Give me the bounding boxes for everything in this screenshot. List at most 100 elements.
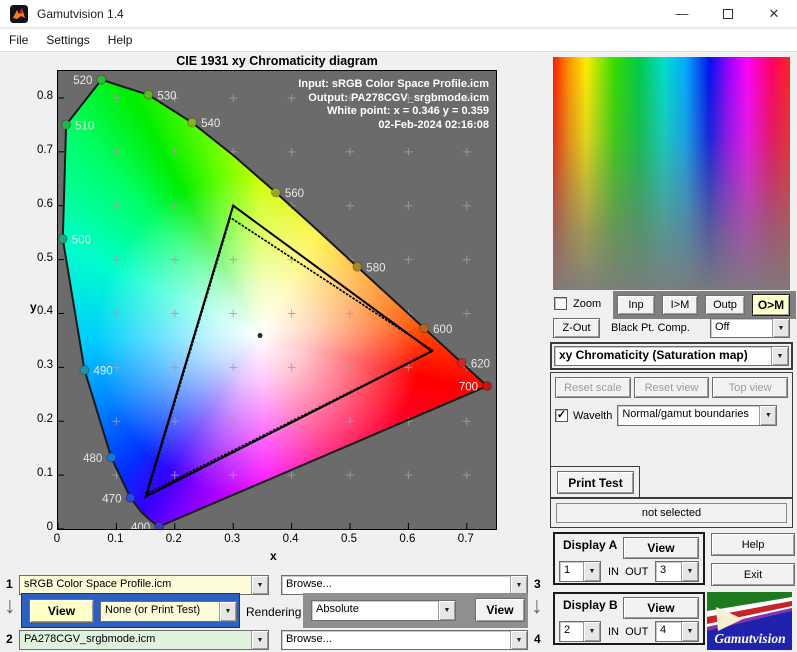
chevron-down-icon[interactable]: ▼	[759, 406, 776, 425]
slot-3-label: 3	[534, 577, 541, 591]
print-test-button[interactable]: Print Test	[557, 471, 634, 494]
saturation-map-preview[interactable]	[553, 57, 790, 290]
flow-down-arrow-right: ↓	[531, 595, 543, 615]
grid-plus-mark	[171, 148, 179, 156]
wavelength-label: 400	[131, 522, 150, 529]
close-button[interactable]: ✕	[751, 0, 797, 27]
display-a-panel: Display A View 1 ▼ IN OUT 3 ▼	[553, 532, 705, 585]
wavelength-label: 490	[94, 366, 113, 378]
window-title: Gamutvision 1.4	[37, 7, 124, 21]
maximize-button[interactable]	[705, 0, 751, 27]
chevron-down-icon[interactable]: ▼	[510, 576, 527, 594]
help-button[interactable]: Help	[711, 533, 795, 556]
inp-button[interactable]: Inp	[617, 295, 655, 315]
wavelength-dot	[62, 120, 71, 129]
top-view-button[interactable]: Top view	[712, 377, 788, 398]
y-tick-label: 0.1	[27, 467, 53, 479]
wavelength-label: 600	[433, 324, 452, 336]
chromaticity-plot[interactable]: 4004704804905005105205305405605806006207…	[57, 70, 497, 530]
output-profile-select[interactable]: PA278CGV_srgbmode.icm ▼	[19, 630, 269, 650]
print-test-frame: Print Test	[550, 466, 640, 498]
grid-plus-mark	[171, 309, 179, 317]
slot-4-label: 4	[534, 632, 541, 646]
menu-file[interactable]: File	[0, 31, 37, 49]
display-a-out-select[interactable]: 3 ▼	[655, 561, 699, 582]
grid-plus-mark	[288, 471, 296, 479]
wavelength-label: 620	[471, 358, 490, 370]
browse-1-select[interactable]: Browse... ▼	[281, 575, 528, 595]
view-input-button[interactable]: View	[29, 599, 94, 623]
chevron-down-icon[interactable]: ▼	[771, 347, 788, 365]
input-profile-select[interactable]: sRGB Color Space Profile.icm ▼	[19, 575, 269, 595]
wavelth-checkbox[interactable]: ✓	[555, 409, 568, 422]
browse-2-select[interactable]: Browse... ▼	[281, 630, 528, 650]
chevron-down-icon[interactable]: ▼	[772, 319, 789, 337]
display-b-view-button[interactable]: View	[623, 597, 699, 619]
grid-plus-mark	[463, 471, 471, 479]
reset-view-button[interactable]: Reset view	[634, 377, 710, 398]
exit-button[interactable]: Exit	[711, 563, 795, 586]
titlebar: Gamutvision 1.4 — ✕	[0, 0, 797, 28]
chevron-down-icon[interactable]: ▼	[681, 622, 698, 641]
grid-plus-mark	[171, 363, 179, 371]
display-b-out-select[interactable]: 4 ▼	[655, 621, 699, 642]
grid-plus-mark	[171, 417, 179, 425]
y-tick-label: 0.5	[27, 252, 53, 264]
slot-2-label: 2	[6, 632, 13, 646]
black-pt-comp-select[interactable]: Off ▼	[710, 318, 790, 338]
grid-plus-mark	[404, 202, 412, 210]
y-tick-label: 0.8	[27, 90, 53, 102]
rendering-intent-select[interactable]: Absolute ▼	[311, 600, 456, 621]
display-a-title: Display A	[563, 538, 617, 552]
chevron-down-icon[interactable]: ▼	[251, 631, 268, 649]
chevron-down-icon[interactable]: ▼	[583, 562, 600, 581]
grid-plus-mark	[346, 471, 354, 479]
y-tick-label: 0.3	[27, 359, 53, 371]
menu-settings[interactable]: Settings	[37, 31, 98, 49]
i-to-m-button[interactable]: I>M	[662, 295, 698, 315]
plot-annotation-line: Output: PA278CGV_srgbmode.icm	[298, 92, 489, 106]
plot-annotation-line: Input: sRGB Color Space Profile.icm	[298, 78, 489, 92]
grid-plus-mark	[463, 256, 471, 264]
maximize-icon	[723, 9, 733, 19]
menu-help[interactable]: Help	[99, 31, 142, 49]
wavelength-dot	[58, 234, 67, 243]
x-tick-label: 0.5	[334, 533, 364, 545]
wavelength-dot	[353, 262, 362, 271]
slot-1-label: 1	[6, 577, 13, 591]
y-tick-label: 0.2	[27, 413, 53, 425]
zoom-checkbox[interactable]	[554, 297, 567, 310]
menubar: File Settings Help	[0, 29, 797, 52]
chevron-down-icon[interactable]: ▼	[438, 601, 455, 620]
chevron-down-icon[interactable]: ▼	[251, 576, 268, 594]
boundaries-select[interactable]: Normal/gamut boundaries ▼	[617, 405, 777, 426]
flow-down-arrow-left: ↓	[4, 595, 16, 615]
display-b-in-select[interactable]: 2 ▼	[559, 621, 601, 642]
app-icon	[10, 5, 28, 23]
outp-button[interactable]: Outp	[705, 295, 745, 315]
display-a-in-select[interactable]: 1 ▼	[559, 561, 601, 582]
intent-select[interactable]: None (or Print Test) ▼	[100, 601, 237, 622]
io-button-group: Inp I>M Outp O>M	[613, 291, 796, 319]
minimize-button[interactable]: —	[659, 0, 705, 27]
display-a-view-button[interactable]: View	[623, 537, 699, 559]
plot-annotation-line: White point: x = 0.346 y = 0.359	[298, 105, 489, 119]
zoom-checkbox-label: Zoom	[573, 298, 601, 310]
logo-text: Gamutvision	[714, 631, 785, 646]
grid-plus-mark	[112, 202, 120, 210]
app-body: CIE 1931 xy Chromaticity diagram 4004704…	[0, 52, 797, 652]
wavelength-label: 520	[73, 75, 92, 87]
o-to-m-button[interactable]: O>M	[752, 294, 790, 316]
chevron-down-icon[interactable]: ▼	[681, 562, 698, 581]
map-type-select[interactable]: xy Chromaticity (Saturation map) ▼	[554, 346, 789, 366]
display-a-inout-label: IN OUT	[608, 566, 648, 578]
grid-plus-mark	[112, 256, 120, 264]
z-out-button[interactable]: Z-Out	[553, 318, 600, 338]
chevron-down-icon[interactable]: ▼	[583, 622, 600, 641]
wavelength-dot	[188, 118, 197, 127]
black-pt-comp-label: Black Pt. Comp.	[611, 322, 690, 334]
reset-scale-button[interactable]: Reset scale	[555, 377, 631, 398]
chevron-down-icon[interactable]: ▼	[219, 602, 236, 621]
chevron-down-icon[interactable]: ▼	[510, 631, 527, 649]
view-output-button[interactable]: View	[475, 598, 525, 622]
